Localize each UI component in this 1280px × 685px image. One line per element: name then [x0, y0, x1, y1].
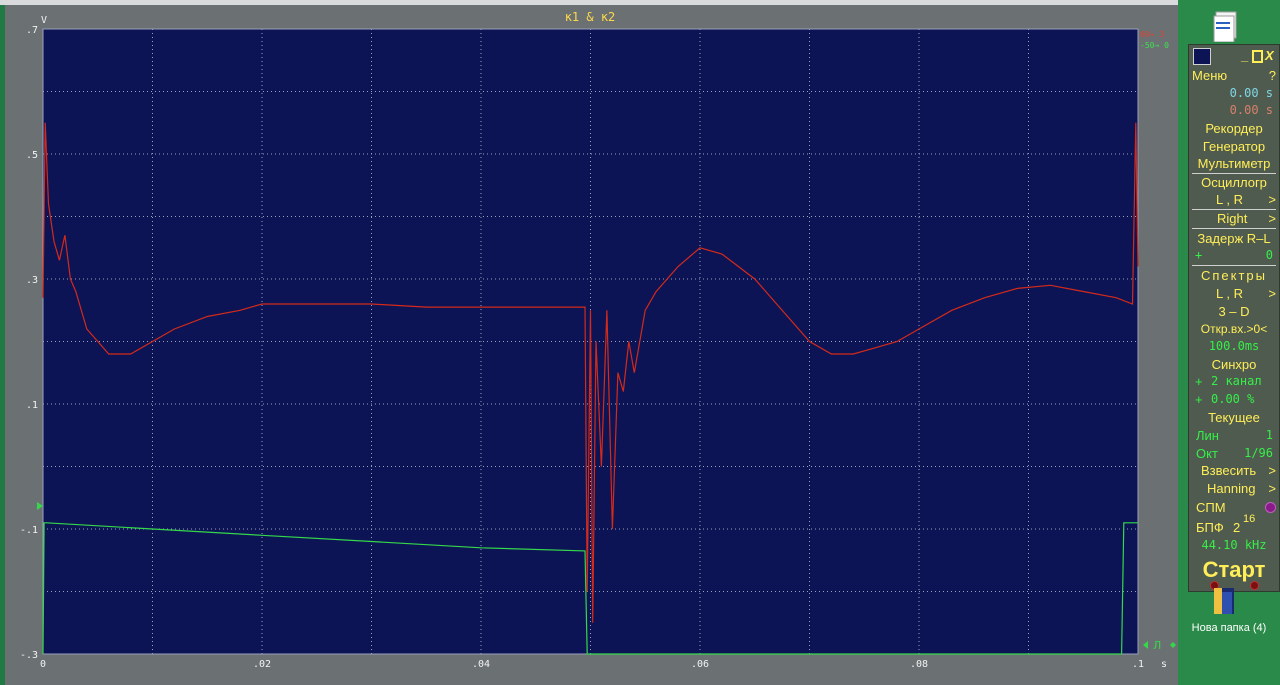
bottom-right-marker[interactable]: Л — [1153, 639, 1161, 652]
current-mode-button[interactable]: Текущее — [1189, 409, 1279, 426]
weigh-label: Взвесить — [1201, 463, 1257, 478]
oct-value: 1/96 — [1244, 446, 1273, 460]
y-tick-label: -.1 — [20, 525, 38, 536]
top-right-readout-1: 00→ 3 — [1140, 30, 1164, 39]
minimize-icon[interactable]: _ — [1241, 47, 1248, 64]
chevron-right-icon[interactable]: > — [1268, 462, 1276, 479]
osc-channel-label: L , R — [1216, 192, 1243, 207]
sync-sign-2: + — [1195, 392, 1203, 407]
chevron-right-icon[interactable]: > — [1268, 210, 1276, 227]
delay-sign: + — [1195, 248, 1203, 262]
separator — [1192, 265, 1276, 266]
multimeter-button[interactable]: Мультиметр — [1189, 155, 1279, 172]
desktop-file-icon[interactable] — [1212, 10, 1242, 43]
sync-channel-row[interactable]: + 2 канал — [1189, 373, 1279, 390]
x-tick-label: .08 — [910, 659, 928, 670]
x-tick-label: .04 — [472, 659, 490, 670]
sync-percent-row[interactable]: + 0.00 % — [1189, 391, 1279, 408]
spectra-channel-label: L , R — [1216, 286, 1243, 301]
x-tick-label: .1 — [1132, 659, 1144, 670]
lin-value: 1 — [1265, 428, 1273, 442]
sync-label[interactable]: Синхро — [1189, 356, 1279, 373]
chevron-right-icon[interactable]: > — [1268, 480, 1276, 497]
window-function-label: Hanning — [1207, 481, 1256, 496]
open-input-label[interactable]: Откр.вх.>0< — [1189, 321, 1279, 338]
right-channel-select[interactable]: Right > — [1189, 210, 1279, 227]
three-d-button[interactable]: 3 – D — [1189, 303, 1279, 320]
oscilloscope-window: .7 .5 .3 .1 -.1 -.3 0 .02 .04 .06 .08 .1 к1 & к2 V… — [5, 5, 1178, 685]
lin-label: Лин — [1196, 428, 1219, 443]
bottom-right-arrow-icon[interactable] — [1143, 641, 1148, 649]
lin-row[interactable]: Лин 1 — [1189, 427, 1279, 444]
separator — [1192, 228, 1276, 229]
delay-value-row[interactable]: + 0 — [1189, 247, 1279, 264]
x-tick-label: .06 — [691, 659, 709, 670]
x-tick-label: 0 — [40, 659, 46, 670]
app-icon[interactable] — [1193, 48, 1211, 65]
y-tick-label: .3 — [26, 275, 38, 286]
y-axis-label: V — [41, 15, 47, 26]
x-axis-label: s — [1161, 659, 1167, 670]
folder-label[interactable]: Нова папка (4) — [1190, 621, 1268, 635]
psd-toggle[interactable]: СПМ — [1189, 499, 1279, 516]
window-function-select[interactable]: Hanning > — [1189, 480, 1279, 497]
psd-indicator-icon[interactable] — [1265, 502, 1276, 513]
generator-button[interactable]: Генератор — [1189, 138, 1279, 155]
open-input-value[interactable]: 100.0ms — [1189, 338, 1279, 355]
fft-exponent: 16 — [1243, 513, 1256, 525]
panel-titlebar: _ X — [1189, 47, 1279, 65]
y-tick-label: .7 — [26, 25, 38, 36]
delay-label[interactable]: Задерж R–L — [1189, 230, 1279, 247]
chevron-right-icon[interactable]: > — [1268, 191, 1276, 208]
spectra-channel-select[interactable]: L , R > — [1189, 285, 1279, 302]
sync-percent-value: 0.00 % — [1211, 392, 1255, 406]
chevron-right-icon[interactable]: > — [1268, 285, 1276, 302]
oct-row[interactable]: Окт 1/96 — [1189, 445, 1279, 462]
recorder-button[interactable]: Рекордер — [1189, 120, 1279, 137]
spectra-button[interactable]: Спектры — [1189, 267, 1279, 284]
maximize-icon[interactable] — [1252, 50, 1263, 63]
y-tick-label: .1 — [26, 400, 38, 411]
fft-label: БПФ — [1196, 520, 1224, 535]
fft-base: 2 — [1233, 520, 1241, 535]
top-right-readout-2: -50→ 0 — [1140, 41, 1169, 50]
folder-icon[interactable] — [1212, 588, 1246, 616]
sync-channel-value: 2 канал — [1211, 374, 1262, 388]
delay-value: 0 — [1265, 248, 1273, 262]
help-button[interactable]: ? — [1269, 67, 1276, 84]
y-tick-label: .5 — [26, 150, 38, 161]
bottom-right-diamond-icon[interactable] — [1170, 642, 1176, 648]
sync-sign-1: + — [1195, 374, 1203, 389]
menu-row: Меню ? — [1189, 67, 1279, 84]
close-icon[interactable]: X — [1265, 47, 1274, 64]
oscilloscope-chart: .7 .5 .3 .1 -.1 -.3 0 .02 .04 .06 .08 .1 к1 & к2 V… — [20, 10, 1176, 670]
start-button[interactable]: Старт — [1189, 557, 1279, 583]
osc-channel-select[interactable]: L , R > — [1189, 191, 1279, 208]
weigh-select[interactable]: Взвесить > — [1189, 462, 1279, 479]
fft-size-row[interactable]: БПФ 2 16 — [1189, 513, 1279, 536]
x-axis-ticks: 0 .02 .04 .06 .08 .1 — [40, 659, 1144, 670]
time-readout-2: 0.00 s — [1229, 103, 1273, 117]
status-led-right-icon — [1250, 581, 1259, 590]
left-marker-icon[interactable] — [37, 502, 43, 510]
menu-button[interactable]: Меню — [1192, 67, 1227, 84]
right-channel-label: Right — [1217, 211, 1248, 226]
oscillograph-button[interactable]: Осциллогр — [1189, 174, 1279, 191]
control-panel: _ X Меню ? 0.00 s 0.00 s Рекордер Генера… — [1188, 44, 1280, 592]
psd-label: СПМ — [1196, 500, 1226, 515]
y-tick-label: -.3 — [20, 650, 38, 661]
oct-label: Окт — [1196, 446, 1218, 461]
y-axis-ticks: .7 .5 .3 .1 -.1 -.3 — [20, 25, 38, 661]
x-tick-label: .02 — [253, 659, 271, 670]
sample-rate[interactable]: 44.10 kHz — [1189, 537, 1279, 554]
chart-title: к1 & к2 — [565, 10, 616, 24]
time-readout-1: 0.00 s — [1229, 86, 1273, 100]
